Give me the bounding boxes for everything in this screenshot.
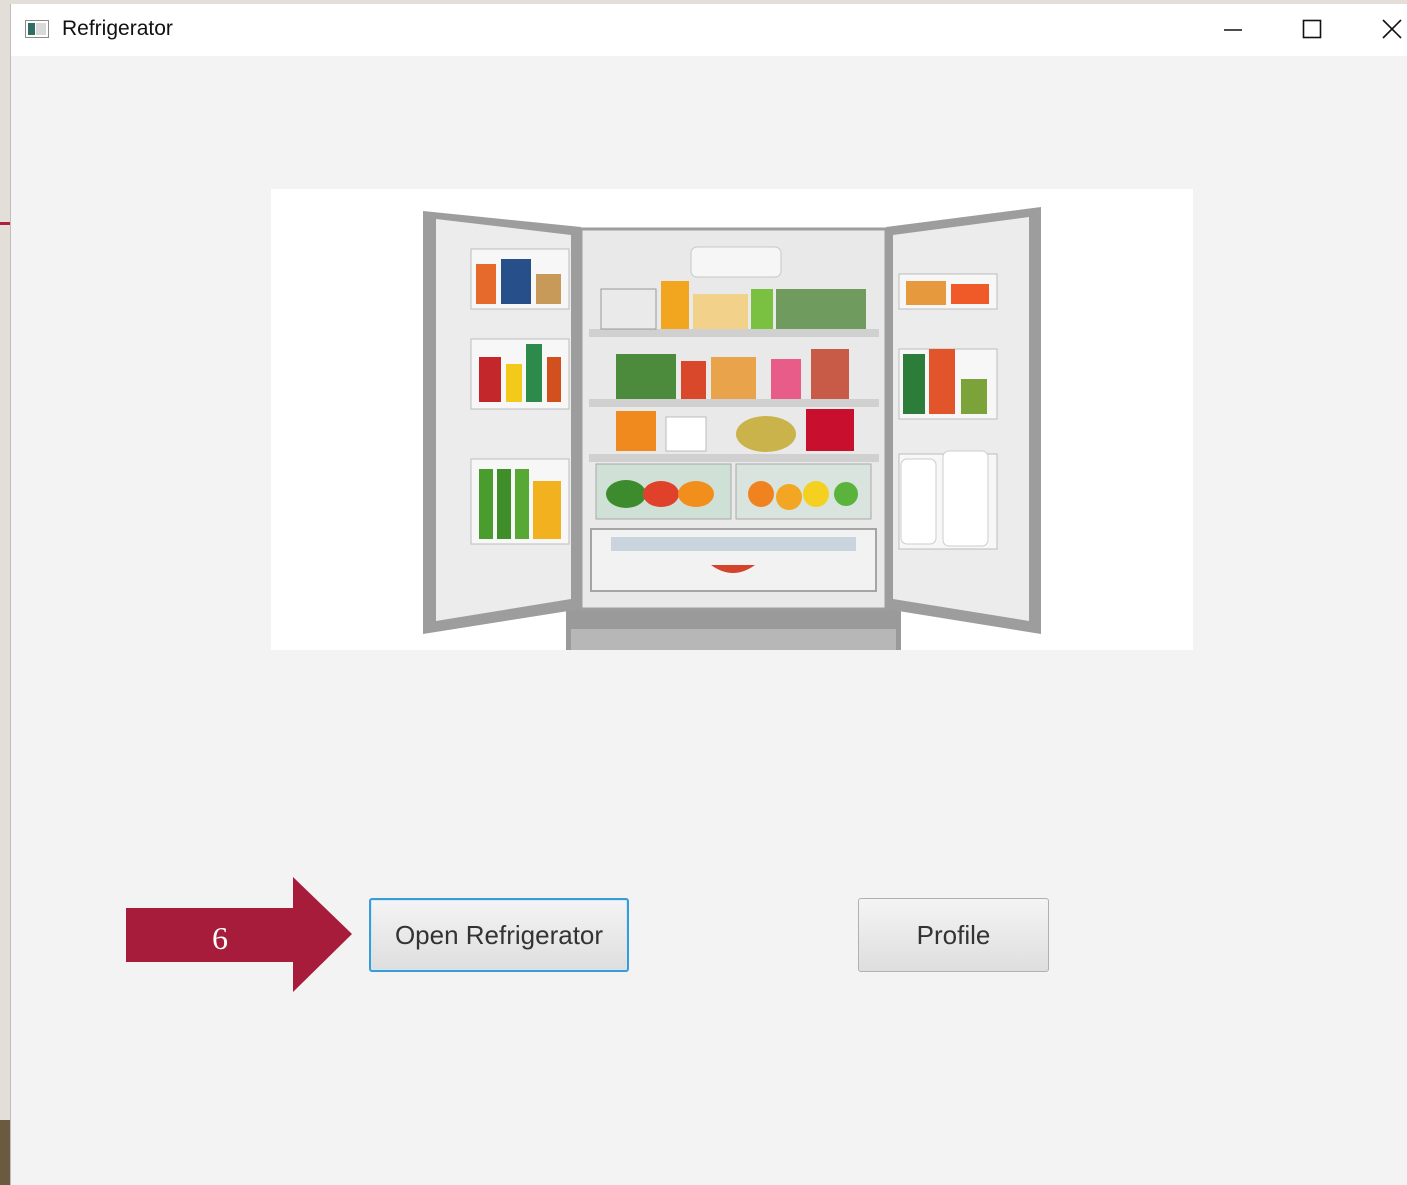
- step-number-label: 6: [212, 920, 228, 956]
- window-app-icon: [25, 20, 49, 38]
- app-window: Refrigerator Open Refrigerator Profile: [10, 4, 1407, 1185]
- minimize-icon: [1224, 29, 1242, 31]
- close-button[interactable]: [1357, 4, 1407, 54]
- window-title: Refrigerator: [62, 17, 173, 40]
- minimize-button[interactable]: [1198, 4, 1268, 54]
- refrigerator-open-photo: [423, 207, 1041, 650]
- open-refrigerator-button[interactable]: Open Refrigerator: [369, 898, 629, 972]
- refrigerator-image: [271, 189, 1193, 650]
- maximize-button[interactable]: [1277, 4, 1347, 54]
- profile-button[interactable]: Profile: [858, 898, 1049, 972]
- maximize-icon: [1302, 19, 1322, 39]
- step-arrow-icon: [126, 877, 352, 992]
- title-bar: Refrigerator: [11, 4, 1407, 56]
- close-icon: [1382, 19, 1402, 39]
